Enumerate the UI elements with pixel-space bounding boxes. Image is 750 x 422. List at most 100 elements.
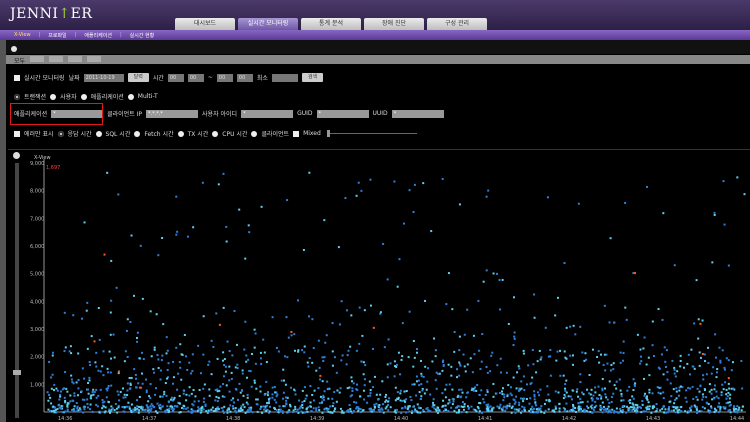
scatter-point[interactable] [531, 405, 534, 408]
scatter-point[interactable] [605, 353, 608, 356]
scatter-point[interactable] [501, 390, 504, 393]
scatter-point[interactable] [705, 396, 708, 399]
scatter-point[interactable] [199, 411, 202, 414]
scatter-point[interactable] [403, 390, 406, 393]
scatter-point[interactable] [381, 403, 384, 406]
scatter-point[interactable] [460, 405, 463, 408]
scatter-point[interactable] [537, 410, 540, 413]
scatter-point[interactable] [289, 405, 292, 408]
scatter-point[interactable] [158, 404, 161, 407]
scatter-point[interactable] [578, 407, 581, 410]
scatter-point[interactable] [620, 392, 623, 395]
scatter-point[interactable] [138, 405, 141, 408]
scatter-point[interactable] [420, 395, 423, 398]
scatter-point[interactable] [447, 272, 450, 275]
scatter-point[interactable] [61, 388, 64, 391]
scatter-point[interactable] [138, 386, 141, 389]
scatter-point[interactable] [498, 407, 501, 410]
scatter-point[interactable] [333, 407, 336, 410]
submenu-xview[interactable]: X-View [14, 32, 31, 38]
scatter-point[interactable] [441, 405, 444, 408]
mixed-slider[interactable] [326, 130, 417, 137]
scatter-point[interactable] [322, 394, 325, 397]
scatter-point[interactable] [667, 411, 670, 414]
scatter-point[interactable] [535, 404, 538, 407]
scatter-point[interactable] [697, 318, 700, 321]
scatter-point[interactable] [202, 387, 205, 390]
scatter-point[interactable] [144, 408, 147, 411]
scatter-point[interactable] [395, 408, 398, 411]
scatter-point[interactable] [226, 340, 229, 343]
scatter-point[interactable] [555, 359, 558, 362]
scatter-point[interactable] [683, 366, 686, 369]
scatter-point[interactable] [587, 406, 590, 409]
scatter-point[interactable] [301, 401, 304, 404]
scatter-point[interactable] [721, 349, 724, 352]
scatter-point[interactable] [401, 400, 404, 403]
scatter-point[interactable] [157, 254, 160, 257]
scatter-point[interactable] [385, 405, 388, 408]
scatter-point[interactable] [161, 395, 164, 398]
scatter-point[interactable] [591, 398, 594, 401]
scatter-point[interactable] [331, 405, 334, 408]
scatter-point[interactable] [690, 405, 693, 408]
scatter-point[interactable] [150, 355, 153, 358]
scatter-point[interactable] [619, 407, 622, 410]
scatter-point[interactable] [215, 395, 218, 398]
scatter-point[interactable] [453, 409, 456, 412]
agent-tab-all[interactable]: 모두 [14, 56, 25, 65]
scatter-point[interactable] [708, 390, 711, 393]
scatter-point[interactable] [502, 399, 505, 402]
scatter-point[interactable] [298, 399, 301, 402]
scatter-point[interactable] [662, 397, 665, 400]
scatter-point[interactable] [236, 363, 239, 366]
scatter-point[interactable] [110, 357, 113, 360]
scatter-point[interactable] [410, 399, 413, 402]
scatter-point[interactable] [246, 409, 249, 412]
scatter-point[interactable] [629, 399, 632, 402]
scatter-point[interactable] [588, 373, 591, 376]
scatter-point[interactable] [355, 407, 358, 410]
scatter-point[interactable] [393, 180, 396, 183]
scatter-point[interactable] [273, 398, 276, 401]
scatter-point[interactable] [713, 397, 716, 400]
scatter-point[interactable] [88, 376, 91, 379]
scatter-point[interactable] [445, 303, 448, 306]
scatter-point[interactable] [644, 392, 647, 395]
scatter-point[interactable] [223, 395, 226, 398]
scatter-point[interactable] [318, 409, 321, 412]
scatter-point[interactable] [434, 349, 437, 352]
scatter-point[interactable] [129, 320, 132, 323]
scatter-point[interactable] [522, 349, 525, 352]
scatter-point[interactable] [484, 393, 487, 396]
scatter-point[interactable] [157, 358, 160, 361]
scatter-point[interactable] [507, 384, 510, 387]
scatter-point[interactable] [357, 181, 360, 184]
scatter-point[interactable] [615, 410, 618, 413]
scatter-point[interactable] [306, 361, 309, 364]
scatter-point[interactable] [485, 366, 488, 369]
scatter-point[interactable] [386, 278, 389, 281]
scatter-point[interactable] [228, 408, 231, 411]
scatter-point[interactable] [632, 378, 635, 381]
scatter-point[interactable] [489, 409, 492, 412]
scatter-point[interactable] [631, 395, 634, 398]
scatter-point[interactable] [167, 362, 170, 365]
scatter-point[interactable] [263, 408, 266, 411]
scatter-point[interactable] [742, 405, 745, 408]
scatter-point[interactable] [188, 361, 191, 364]
scatter-point[interactable] [624, 201, 627, 204]
chart-scale-button[interactable] [13, 152, 20, 159]
scatter-point[interactable] [310, 410, 313, 413]
scatter-point[interactable] [429, 410, 432, 413]
scatter-point[interactable] [673, 372, 676, 375]
scatter-point[interactable] [222, 306, 225, 309]
scatter-point[interactable] [280, 379, 283, 382]
scatter-point[interactable] [450, 406, 453, 409]
scatter-point[interactable] [321, 411, 324, 414]
scatter-point[interactable] [521, 410, 524, 413]
scatter-point[interactable] [122, 410, 125, 413]
scatter-point[interactable] [602, 363, 605, 366]
scatter-point[interactable] [723, 223, 726, 226]
scatter-point[interactable] [230, 399, 233, 402]
